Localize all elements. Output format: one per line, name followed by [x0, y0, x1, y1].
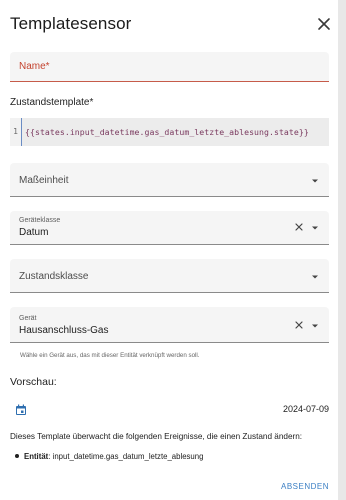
chevron-down-icon[interactable] — [311, 322, 319, 330]
device-class-label: Geräteklasse — [19, 217, 61, 224]
clear-icon[interactable] — [294, 222, 304, 232]
preview-state-value: 2024-07-09 — [282, 404, 329, 414]
entity-label: Entität — [24, 452, 49, 461]
clear-icon[interactable] — [294, 320, 304, 330]
submit-button[interactable]: ABSENDEN — [281, 482, 329, 491]
unit-label: Maßeinheit — [19, 175, 69, 186]
template-sensor-dialog: Templatesensor Name* Zustandstemplate* 1… — [0, 0, 346, 500]
device-helper-text: Wähle ein Gerät aus, das mit dieser Enti… — [20, 352, 200, 359]
unit-select[interactable]: Maßeinheit — [10, 163, 329, 197]
entity-value: : input_datetime.gas_datum_letzte_ablesu… — [48, 452, 204, 461]
background-edge — [338, 0, 346, 500]
close-icon[interactable] — [316, 16, 332, 32]
state-template-label: Zustandstemplate* — [10, 97, 94, 108]
state-class-select[interactable]: Zustandsklasse — [10, 259, 329, 293]
events-description: Dieses Template überwacht die folgenden … — [10, 432, 303, 441]
template-code-editor[interactable]: 1 {{states.input_datetime.gas_datum_letz… — [10, 118, 329, 146]
chevron-down-icon[interactable] — [311, 224, 319, 232]
line-number: 1 — [13, 127, 18, 136]
state-class-label: Zustandsklasse — [19, 271, 89, 282]
calendar-icon — [15, 403, 27, 415]
dialog-title: Templatesensor — [10, 14, 132, 33]
device-value: Hausanschluss-Gas — [19, 325, 109, 336]
name-field[interactable]: Name* — [10, 52, 329, 82]
chevron-down-icon[interactable] — [311, 177, 319, 185]
device-class-value: Datum — [19, 227, 49, 238]
name-field-label: Name* — [19, 61, 50, 72]
bullet — [15, 454, 19, 458]
device-select[interactable]: Gerät Hausanschluss-Gas — [10, 307, 329, 343]
device-class-select[interactable]: Geräteklasse Datum — [10, 211, 329, 245]
entity-list-item: Entität: input_datetime.gas_datum_letzte… — [15, 452, 204, 461]
chevron-down-icon[interactable] — [311, 273, 319, 281]
device-label: Gerät — [19, 315, 37, 322]
template-code-line[interactable]: {{states.input_datetime.gas_datum_letzte… — [25, 127, 309, 137]
preview-title: Vorschau: — [10, 376, 57, 388]
